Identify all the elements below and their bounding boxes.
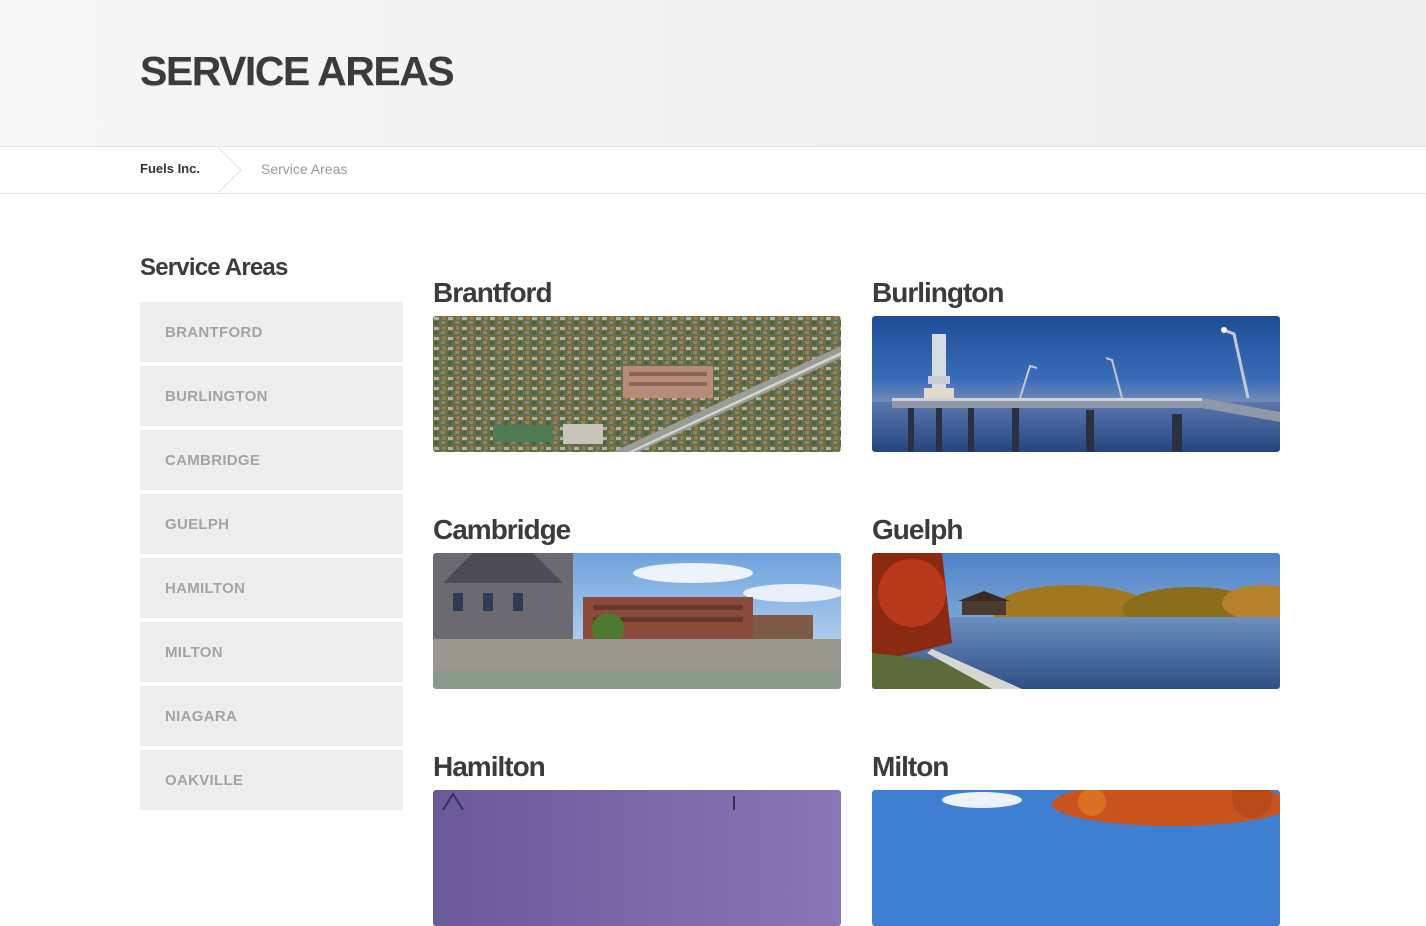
area-title-brantford[interactable]: Brantford [433, 275, 842, 311]
area-card-brantford: Brantford [433, 275, 842, 452]
page-header: SERVICE AREAS [0, 0, 1426, 146]
area-card-burlington: Burlington [872, 275, 1281, 452]
area-title-guelph[interactable]: Guelph [872, 512, 1281, 548]
area-title-hamilton[interactable]: Hamilton [433, 749, 842, 785]
milton-image[interactable] [872, 790, 1280, 926]
guelph-lake-image[interactable] [872, 553, 1280, 689]
area-title-cambridge[interactable]: Cambridge [433, 512, 842, 548]
sidebar-item-burlington[interactable]: BURLINGTON [140, 366, 403, 426]
area-title-milton[interactable]: Milton [872, 749, 1281, 785]
sidebar-item-guelph[interactable]: GUELPH [140, 494, 403, 554]
breadcrumb-home-link[interactable]: Fuels Inc. [140, 161, 200, 176]
breadcrumb: Fuels Inc. Service Areas [0, 146, 1426, 194]
area-card-milton: Milton [872, 749, 1281, 926]
breadcrumb-current: Service Areas [261, 161, 348, 177]
sidebar-item-milton[interactable]: MILTON [140, 622, 403, 682]
area-card-guelph: Guelph [872, 512, 1281, 689]
page-title: SERVICE AREAS [140, 48, 455, 94]
hamilton-image[interactable] [433, 790, 841, 926]
brantford-aerial-image[interactable] [433, 316, 841, 452]
sidebar-item-niagara[interactable]: NIAGARA [140, 686, 403, 746]
area-card-hamilton: Hamilton [433, 749, 842, 926]
area-title-burlington[interactable]: Burlington [872, 275, 1281, 311]
breadcrumb-separator-icon [218, 147, 242, 193]
cambridge-river-image[interactable] [433, 553, 841, 689]
sidebar-menu: BRANTFORD BURLINGTON CAMBRIDGE GUELPH HA… [140, 302, 403, 814]
sidebar-item-brantford[interactable]: BRANTFORD [140, 302, 403, 362]
sidebar-title: Service Areas [140, 254, 288, 281]
sidebar-item-oakville[interactable]: OAKVILLE [140, 750, 403, 810]
burlington-pier-image[interactable] [872, 316, 1280, 452]
sidebar-item-cambridge[interactable]: CAMBRIDGE [140, 430, 403, 490]
area-card-cambridge: Cambridge [433, 512, 842, 689]
sidebar-item-hamilton[interactable]: HAMILTON [140, 558, 403, 618]
